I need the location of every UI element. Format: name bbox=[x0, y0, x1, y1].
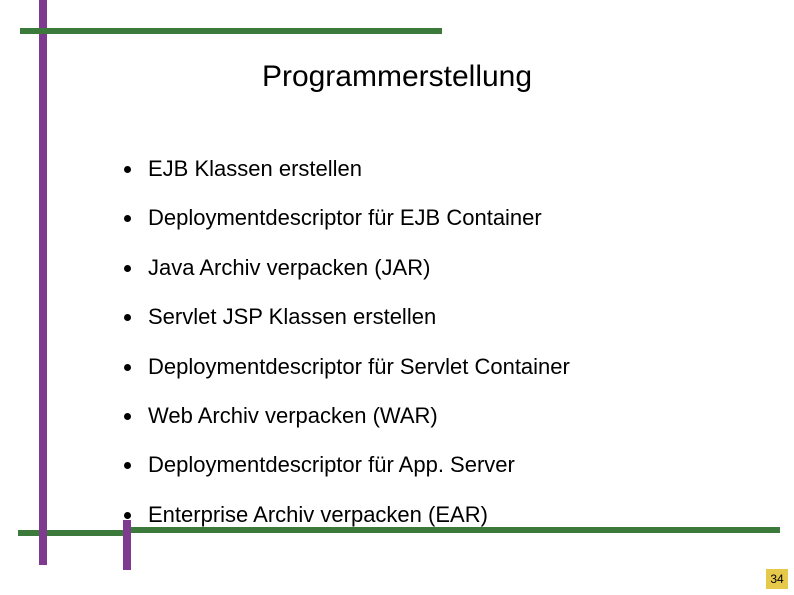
bullet-text: EJB Klassen erstellen bbox=[148, 156, 362, 181]
bullet-text: Enterprise Archiv verpacken (EAR) bbox=[148, 502, 488, 527]
bullet-text: Deploymentdescriptor für Servlet Contain… bbox=[148, 354, 570, 379]
slide: Programmerstellung EJB Klassen erstellen… bbox=[0, 0, 794, 595]
slide-title: Programmerstellung bbox=[0, 60, 794, 94]
list-item: Web Archiv verpacken (WAR) bbox=[120, 403, 780, 429]
bullet-text: Deploymentdescriptor für App. Server bbox=[148, 452, 515, 477]
list-item: Servlet JSP Klassen erstellen bbox=[120, 304, 780, 330]
bullet-text: Java Archiv verpacken (JAR) bbox=[148, 255, 430, 280]
bullet-text: Servlet JSP Klassen erstellen bbox=[148, 304, 436, 329]
frame-bottom-vertical-left bbox=[39, 505, 47, 565]
page-number: 34 bbox=[766, 569, 788, 589]
list-item: Deploymentdescriptor für EJB Container bbox=[120, 205, 780, 231]
list-item: Deploymentdescriptor für App. Server bbox=[120, 452, 780, 478]
bullet-list: EJB Klassen erstellen Deploymentdescript… bbox=[80, 156, 780, 551]
list-item: Deploymentdescriptor für Servlet Contain… bbox=[120, 354, 780, 380]
bullet-text: Deploymentdescriptor für EJB Container bbox=[148, 205, 542, 230]
list-item: Enterprise Archiv verpacken (EAR) bbox=[120, 502, 780, 528]
frame-left-vertical bbox=[39, 35, 47, 540]
list-item: Java Archiv verpacken (JAR) bbox=[120, 255, 780, 281]
bullet-text: Web Archiv verpacken (WAR) bbox=[148, 403, 438, 428]
frame-top-horizontal bbox=[20, 28, 442, 34]
list-item: EJB Klassen erstellen bbox=[120, 156, 780, 182]
